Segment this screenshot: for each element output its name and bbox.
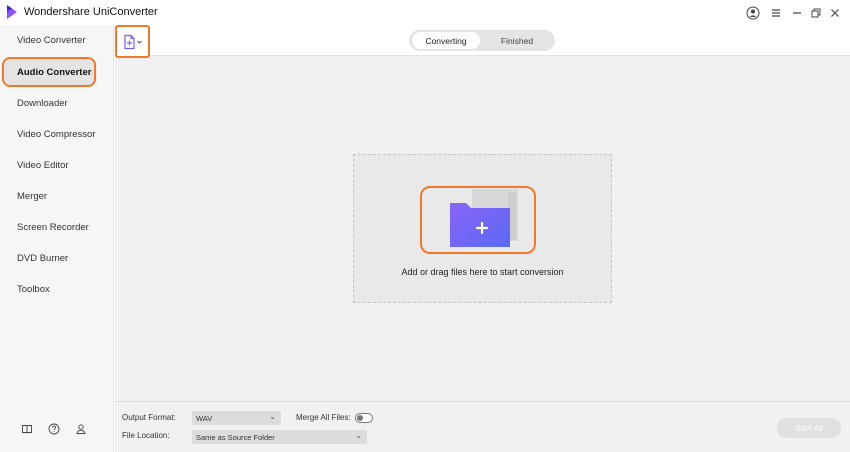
tab-finished[interactable]: Finished [482,32,552,49]
sidebar-item-video-converter[interactable]: Video Converter [0,25,114,55]
bottom-bar: Output Format: WAV ⌄ Merge All Files: Fi… [115,401,850,452]
toolbar: Converting Finished [115,25,850,58]
add-file-button[interactable] [115,25,150,58]
menu-icon[interactable] [768,5,784,21]
start-all-button[interactable]: Start All [777,418,841,438]
minimize-icon[interactable] [789,5,805,21]
output-format-value: WAV [196,413,213,423]
sidebar-item-audio-converter[interactable]: Audio Converter [2,57,96,87]
book-icon[interactable] [20,422,34,436]
merge-all-files-label: Merge All Files: [296,413,351,422]
chevron-down-icon: ⌄ [355,431,362,440]
sidebar-item-toolbox[interactable]: Toolbox [0,274,114,304]
user-icon[interactable] [74,422,88,436]
drop-instruction-text: Add or drag files here to start conversi… [401,267,564,277]
chevron-down-icon: ⌄ [269,412,276,421]
sidebar-item-video-compressor[interactable]: Video Compressor [0,119,114,149]
file-location-select[interactable]: Same as Source Folder ⌄ [192,430,367,444]
folder-plus-icon [450,189,518,247]
sidebar-item-merger[interactable]: Merger [0,181,114,211]
output-format-select[interactable]: WAV ⌄ [192,411,281,425]
sidebar-item-video-editor[interactable]: Video Editor [0,150,114,180]
tab-converting[interactable]: Converting [412,32,480,49]
app-logo-icon [7,5,17,19]
main-panel: Converting Finished Add or drag files he… [115,25,850,452]
file-location-value: Same as Source Folder [196,432,275,442]
add-files-highlight[interactable] [420,186,536,254]
sidebar-item-screen-recorder[interactable]: Screen Recorder [0,212,114,242]
sidebar: Video Converter Audio Converter Download… [0,25,114,452]
account-icon[interactable] [745,5,761,21]
file-location-label: File Location: [122,431,170,440]
merge-all-files-toggle[interactable] [355,413,373,423]
app-title: Wondershare UniConverter [24,6,158,18]
sidebar-item-dvd-burner[interactable]: DVD Burner [0,243,114,273]
help-icon[interactable] [47,422,61,436]
close-icon[interactable] [827,5,843,21]
file-drop-zone[interactable]: Add or drag files here to start conversi… [353,154,612,303]
toggle-knob [357,415,363,421]
add-file-icon [123,34,142,49]
status-tabs: Converting Finished [409,30,555,51]
sidebar-item-downloader[interactable]: Downloader [0,88,114,118]
title-bar: Wondershare UniConverter [0,0,850,25]
output-format-label: Output Format: [122,413,176,422]
restore-icon[interactable] [808,5,824,21]
